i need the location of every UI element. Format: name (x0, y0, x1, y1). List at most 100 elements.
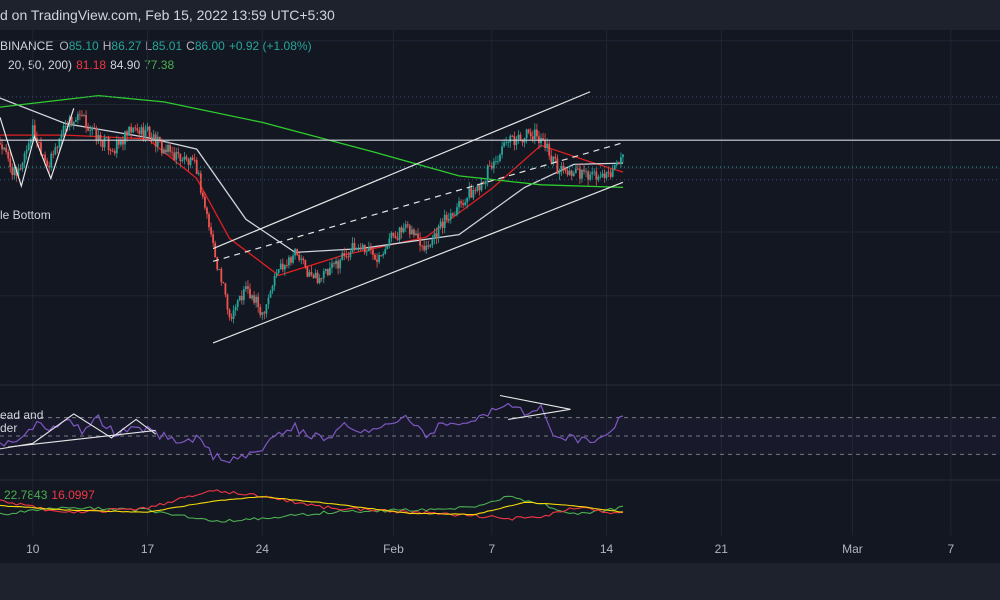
candle (404, 220, 407, 232)
candle-body (501, 146, 503, 155)
ma-line-3 (0, 94, 624, 189)
candle-body (474, 190, 477, 191)
candle (468, 181, 471, 201)
candle-body (31, 125, 34, 140)
candle-body (415, 233, 417, 236)
candle-body (486, 165, 489, 181)
candle (320, 277, 323, 282)
candle-body (222, 282, 225, 284)
time-tick-label: Mar (842, 542, 863, 556)
time-tick-label: 7 (488, 542, 496, 556)
candle-body (492, 161, 495, 169)
candle (560, 161, 563, 176)
candle-body (505, 142, 508, 144)
candle (220, 266, 223, 286)
candle-body (173, 152, 176, 160)
candle-body (564, 169, 567, 171)
candle (333, 261, 335, 268)
candle-body (529, 132, 532, 137)
candle (388, 233, 391, 249)
time-axis: 10 17 24 Feb 7 14 21 Mar 7 (0, 535, 1000, 563)
candle-body (495, 161, 497, 163)
candle-body (95, 127, 98, 142)
candle (593, 168, 596, 176)
candle-body (392, 232, 395, 236)
candle-body (613, 165, 616, 170)
candle-body (5, 147, 8, 152)
divergence-drawing (499, 394, 571, 420)
candle-body (609, 172, 612, 177)
candle (341, 250, 344, 261)
candle (212, 230, 215, 248)
candle (400, 225, 403, 239)
candle-body (382, 253, 385, 256)
candle (288, 255, 290, 269)
candle-body (255, 296, 258, 303)
dmi-pane (0, 489, 624, 523)
candle (156, 131, 159, 152)
candle-body (300, 258, 303, 260)
candle-body (87, 127, 90, 131)
candle (359, 242, 362, 251)
candle (281, 258, 284, 273)
candle-body (7, 151, 10, 159)
candle-body (113, 151, 116, 154)
candle-body (554, 156, 557, 159)
candle-body (111, 150, 114, 152)
candle (259, 303, 262, 318)
candle-body (488, 165, 491, 167)
candle (52, 150, 55, 159)
candle (337, 258, 340, 275)
candle (0, 136, 1, 146)
candle (242, 286, 245, 305)
candle-body (201, 192, 204, 197)
candle-body (597, 176, 600, 181)
candle (85, 110, 87, 133)
candle (214, 240, 217, 258)
candle (367, 241, 370, 252)
candle-body (146, 126, 149, 131)
candle (322, 268, 325, 284)
candle (224, 283, 227, 298)
candle-body (228, 309, 231, 318)
candle-body (56, 147, 59, 149)
candle-body (556, 158, 559, 174)
channel-line (212, 181, 624, 344)
candle-body (142, 127, 145, 139)
candle (607, 168, 610, 178)
candle (206, 206, 208, 219)
candle-body (468, 188, 471, 198)
candle (21, 161, 24, 172)
candle-body (138, 130, 141, 134)
candle (384, 245, 387, 255)
candle-body (76, 114, 79, 120)
candle (562, 161, 565, 174)
candle-body (456, 207, 458, 215)
candle-body (175, 152, 178, 160)
candle (615, 160, 618, 167)
price-chart[interactable] (0, 0, 1000, 535)
candle-body (519, 134, 522, 141)
candle-body (208, 214, 210, 228)
candle (240, 290, 243, 305)
candle (81, 110, 83, 118)
candle-body (333, 263, 335, 265)
candle (171, 146, 174, 158)
candle-body (533, 129, 536, 140)
candle (605, 171, 608, 181)
dmi-line-1 (0, 495, 624, 523)
candle-body (23, 153, 26, 164)
candle-body (464, 202, 467, 205)
candle-body (370, 247, 372, 250)
candle-body (312, 274, 315, 279)
candle-body (292, 255, 294, 263)
candle (331, 258, 333, 274)
candle-body (165, 149, 167, 153)
candle (392, 232, 395, 238)
candle-body (579, 168, 581, 179)
candle-body (64, 125, 67, 127)
candle (402, 223, 405, 234)
candle-body (253, 295, 255, 303)
candle-body (296, 248, 299, 255)
candle-body (499, 154, 501, 162)
